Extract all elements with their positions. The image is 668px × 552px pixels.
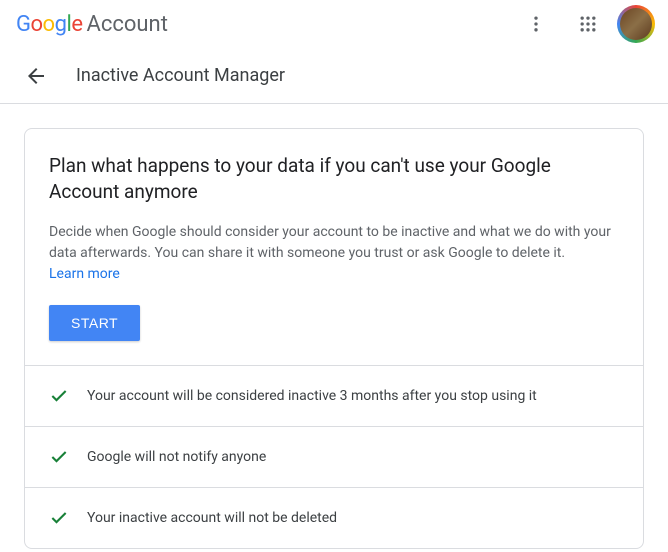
card-description: Decide when Google should consider your … [49, 222, 619, 285]
check-icon [49, 508, 69, 528]
apps-grid-icon [578, 14, 598, 34]
card-description-text: Decide when Google should consider your … [49, 224, 611, 261]
start-button[interactable]: START [49, 305, 140, 341]
card-main-section: Plan what happens to your data if you ca… [25, 129, 643, 365]
status-row: Google will not notify anyone [25, 426, 643, 487]
logo-section: Google Account [16, 12, 168, 37]
top-header: Google Account [0, 0, 668, 48]
status-text: Google will not notify anyone [87, 449, 266, 465]
sub-header: Inactive Account Manager [0, 48, 668, 104]
check-icon [49, 386, 69, 406]
header-right [516, 4, 652, 44]
more-vert-icon [526, 14, 546, 34]
main-card: Plan what happens to your data if you ca… [24, 128, 644, 549]
page-title: Inactive Account Manager [76, 65, 285, 86]
learn-more-link[interactable]: Learn more [49, 266, 120, 282]
card-title: Plan what happens to your data if you ca… [49, 153, 619, 204]
status-text: Your account will be considered inactive… [87, 388, 537, 404]
status-row: Your inactive account will not be delete… [25, 487, 643, 548]
content-area: Plan what happens to your data if you ca… [0, 104, 668, 549]
google-logo: Google [16, 12, 82, 37]
avatar[interactable] [620, 8, 652, 40]
back-button[interactable] [16, 56, 56, 96]
more-menu-button[interactable] [516, 4, 556, 44]
status-row: Your account will be considered inactive… [25, 365, 643, 426]
product-name: Account [86, 12, 167, 37]
arrow-back-icon [24, 64, 48, 88]
status-text: Your inactive account will not be delete… [87, 510, 337, 526]
check-icon [49, 447, 69, 467]
apps-menu-button[interactable] [568, 4, 608, 44]
